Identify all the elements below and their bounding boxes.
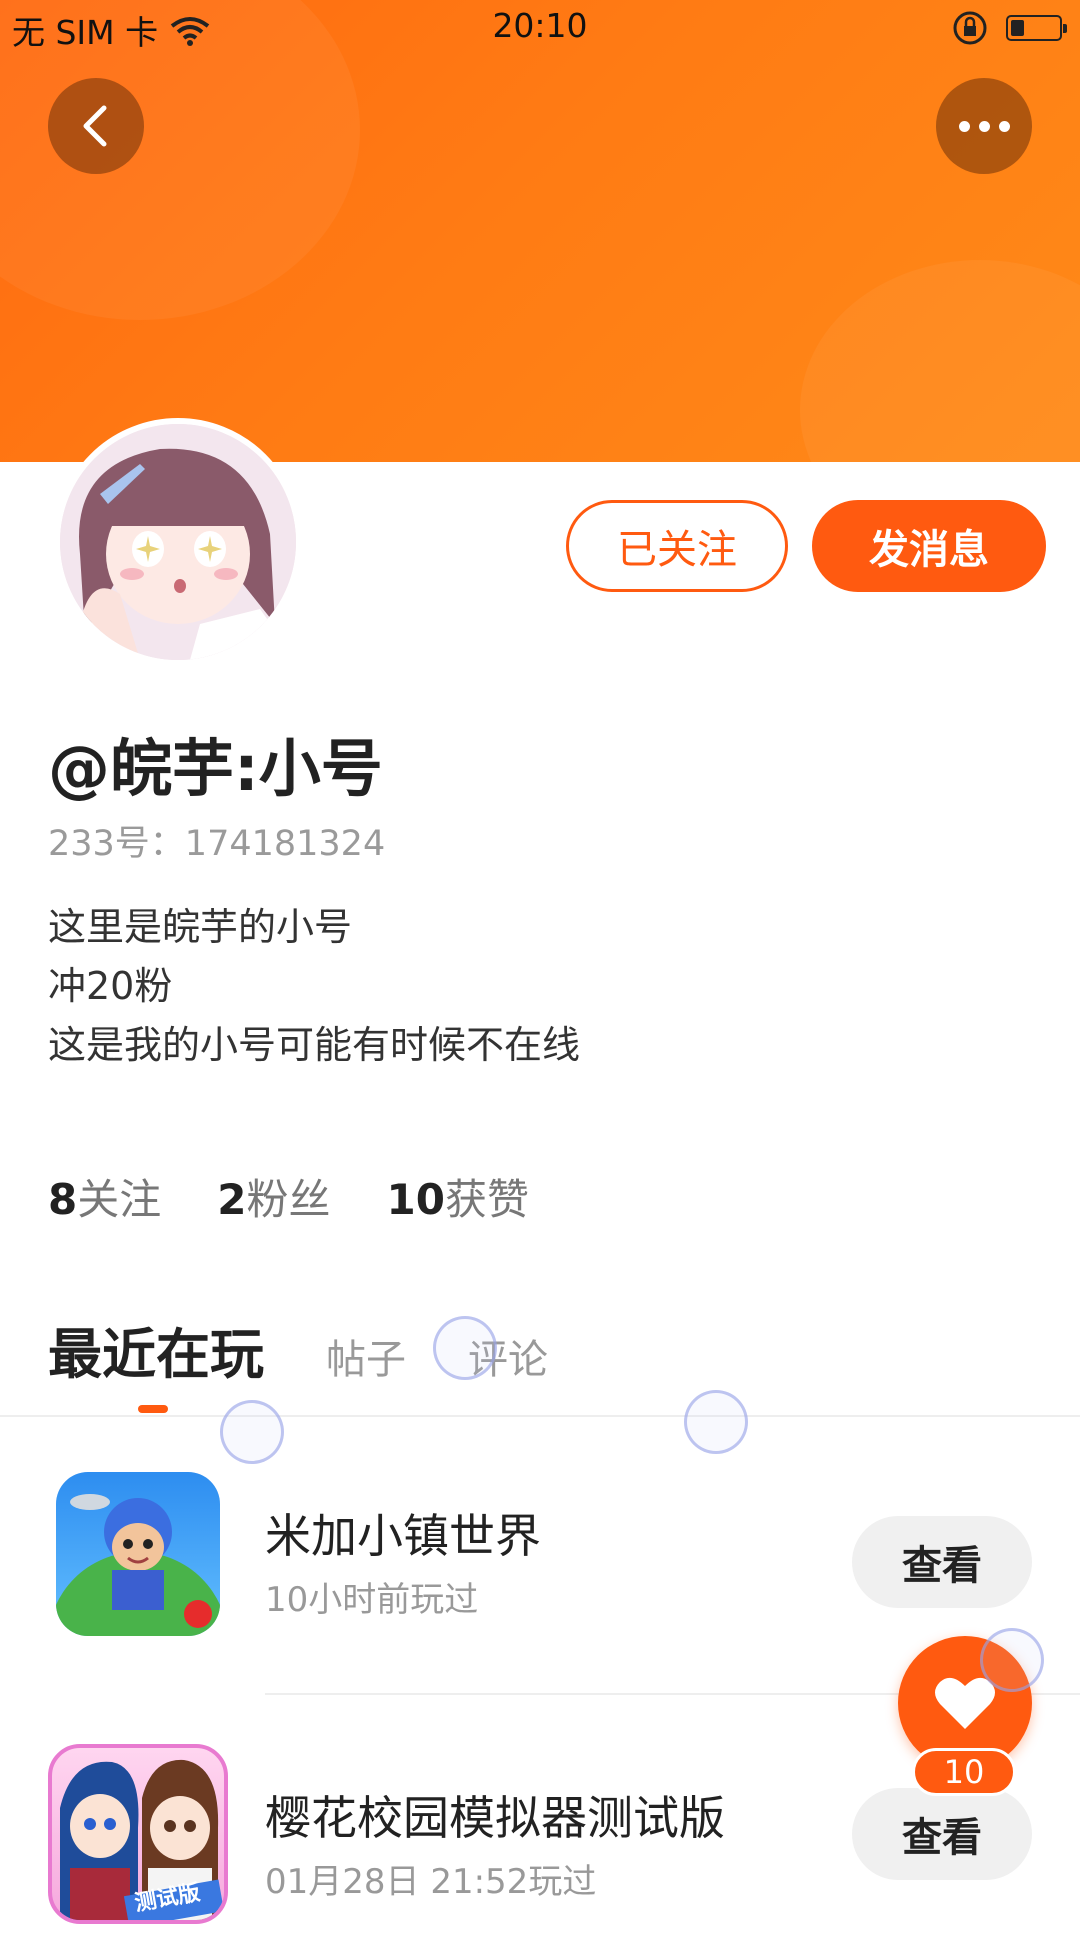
back-arrow-icon [83,105,107,147]
bio-line: 这是我的小号可能有时候不在线 [48,1023,581,1067]
avatar[interactable] [54,418,302,666]
battery-icon [1006,15,1067,41]
tab-active-indicator [138,1405,168,1413]
game-name: 米加小镇世界 [265,1509,541,1563]
heart-icon [935,1677,995,1729]
status-bar: 无 SIM 卡 20:10 [0,0,1080,56]
anime-girl-avatar-image [60,424,296,660]
profile-stats: 8关注 2粉丝 10获赞 [48,1166,529,1227]
game-name: 樱花校园模拟器测试版 [265,1791,725,1845]
touch-indicator [433,1316,497,1380]
tab-divider [0,1415,1080,1417]
stat-label: 关注 [77,1175,162,1224]
stat-following[interactable]: 8关注 [48,1166,161,1227]
tab-recently-played[interactable]: 最近在玩 [48,1310,264,1389]
username: @皖芋:小号 [48,732,383,805]
tab-posts[interactable]: 帖子 [326,1327,406,1385]
stat-value: 10 [386,1175,445,1224]
stat-fans[interactable]: 2粉丝 [217,1166,330,1227]
stat-likes[interactable]: 10获赞 [387,1166,529,1227]
stat-label: 获赞 [444,1175,529,1224]
rotation-lock-icon [953,11,987,45]
like-count-badge: 10 [912,1748,1016,1796]
bio-line: 这里是皖芋的小号 [48,905,353,949]
bio-line: 冲20粉 [48,964,173,1008]
user-id: 233号：174181324 [48,824,386,864]
more-button[interactable] [936,78,1032,174]
game-play-time: 01月28日 21:52玩过 [265,1862,597,1902]
stat-label: 粉丝 [246,1175,331,1224]
following-button[interactable]: 已关注 [566,500,788,592]
game-play-time: 10小时前玩过 [265,1580,479,1620]
stat-value: 8 [48,1175,78,1224]
touch-indicator [980,1628,1044,1692]
profile-banner [0,0,1080,462]
view-game-button[interactable]: 查看 [852,1516,1032,1608]
touch-indicator [684,1390,748,1454]
view-game-button[interactable]: 查看 [852,1788,1032,1880]
stat-value: 2 [217,1175,247,1224]
game-icon-mega-town [56,1472,220,1636]
send-message-button[interactable]: 发消息 [812,500,1046,592]
back-button[interactable] [48,78,144,174]
status-time: 20:10 [492,6,588,45]
more-dots-icon [958,120,1010,132]
game-icon-sakura-school: 测试版 [48,1744,228,1924]
bio: 这里是皖芋的小号 冲20粉 这是我的小号可能有时候不在线 [48,898,580,1075]
touch-indicator [220,1400,284,1464]
